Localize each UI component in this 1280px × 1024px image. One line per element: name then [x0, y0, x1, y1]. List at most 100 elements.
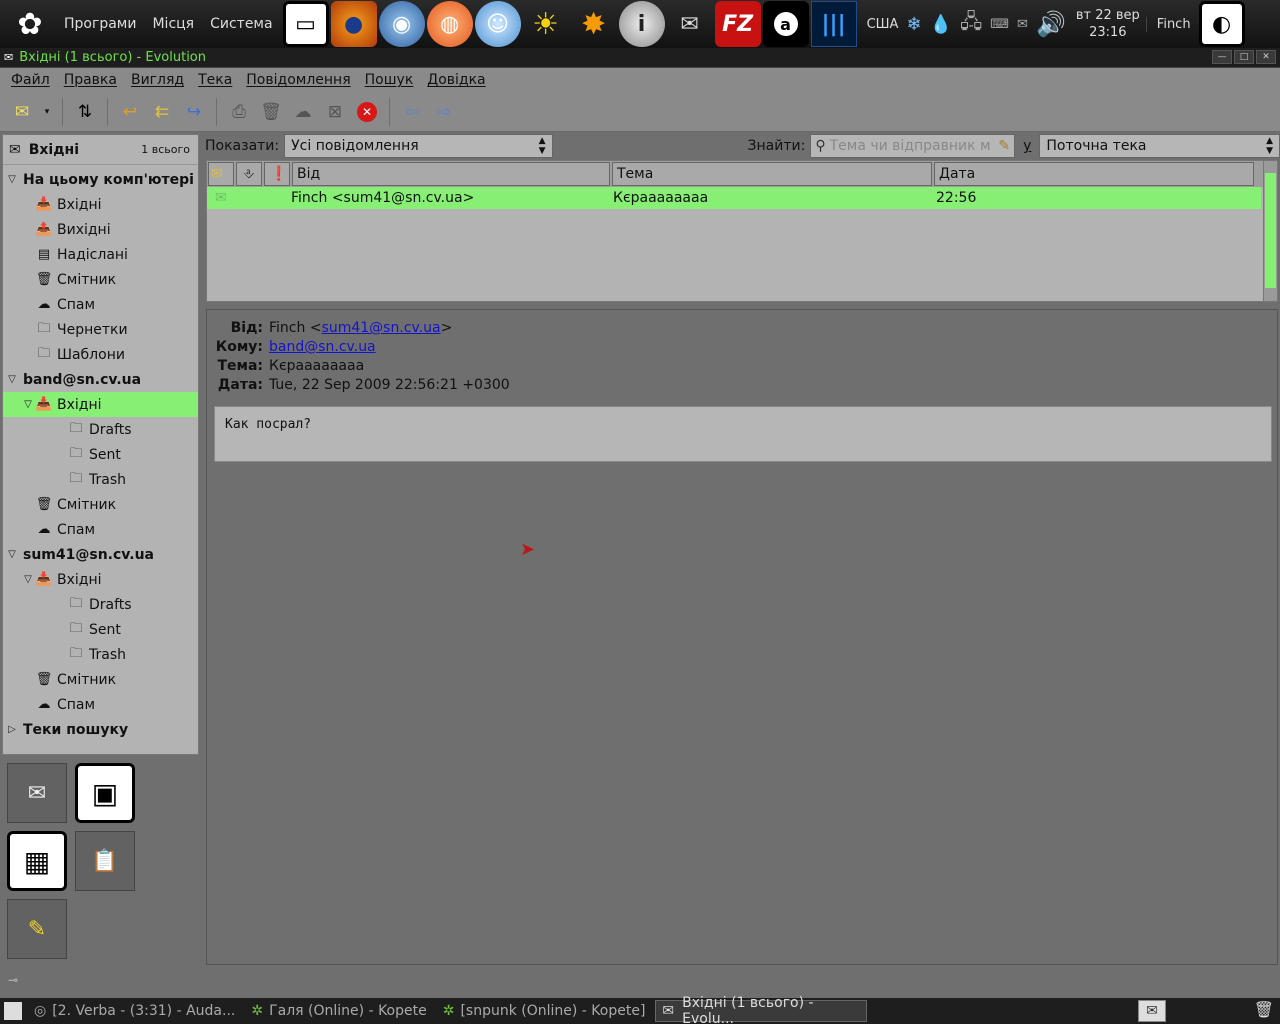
reply-icon[interactable]: ↩ — [116, 97, 144, 127]
keyboard-icon[interactable]: ⌨ — [986, 17, 1013, 32]
task-kopete-snpunk[interactable]: ✲ [snpunk (Online) - Kopete] — [437, 1000, 652, 1022]
user-name[interactable]: Finch — [1145, 16, 1195, 32]
clear-search-icon[interactable]: ✎ — [998, 138, 1010, 154]
folder-item[interactable]: 📤 Вихідні — [3, 217, 198, 242]
amarok-icon[interactable]: a — [762, 1, 809, 47]
folder-item[interactable]: ▽ На цьому комп'ютері — [3, 167, 198, 192]
keyboard-layout[interactable]: США — [863, 17, 903, 32]
close-button[interactable]: ✕ — [1256, 50, 1276, 64]
folder-item[interactable]: ▽ sum41@sn.cv.ua — [3, 542, 198, 567]
collapse-icon[interactable]: ▽ — [5, 174, 19, 185]
menu-help[interactable]: Довідка — [420, 72, 492, 88]
menu-file[interactable]: Файл — [4, 72, 57, 88]
weather-icon[interactable]: ❄ — [902, 14, 925, 35]
stop-icon[interactable]: ✕ — [353, 97, 381, 127]
folder-item[interactable]: 🗑 Смітник — [3, 267, 198, 292]
folder-item[interactable]: ☁ Спам — [3, 517, 198, 542]
news-globe-icon[interactable]: ✉ — [667, 1, 713, 47]
drop-icon[interactable]: 💧 — [926, 14, 956, 35]
menu-folder[interactable]: Тека — [191, 72, 239, 88]
delete-icon[interactable]: 🗑 — [257, 97, 285, 127]
tasks-switcher-button[interactable]: 📋 — [75, 831, 135, 891]
filezilla-icon[interactable]: FZ — [714, 1, 761, 47]
show-desktop-icon[interactable] — [4, 1002, 22, 1020]
weather-sun-icon[interactable]: ☀ — [523, 1, 569, 47]
folder-item[interactable]: ▷ Теки пошуку — [3, 717, 198, 742]
clock[interactable]: вт 22 вер 23:16 — [1070, 7, 1146, 41]
previous-icon[interactable]: ⇦ — [398, 97, 426, 127]
folder-item[interactable]: ☁ Спам — [3, 692, 198, 717]
maximize-button[interactable]: □ — [1234, 50, 1254, 64]
folder-item[interactable]: 🗀 Sent — [3, 617, 198, 642]
junk-icon[interactable]: ☁ — [289, 97, 317, 127]
column-from[interactable]: Від — [292, 162, 610, 186]
send-receive-icon[interactable]: ⇅ — [71, 97, 99, 127]
window-titlebar[interactable]: ✉ Вхідні (1 всього) - Evolution — □ ✕ — [0, 48, 1280, 68]
workspace-switcher-icon[interactable]: ✉ — [1138, 1000, 1166, 1022]
folder-item[interactable]: ▽ band@sn.cv.ua — [3, 367, 198, 392]
ubuntu-one-icon[interactable]: ◍ — [426, 1, 473, 47]
show-desktop-icon[interactable]: ▭ — [282, 1, 329, 47]
menu-edit[interactable]: Правка — [57, 72, 124, 88]
offline-toggle-icon[interactable]: ⊸ — [8, 973, 18, 987]
trash-applet-icon[interactable]: 🗑 — [1254, 1000, 1274, 1019]
not-junk-icon[interactable]: ⊠ — [321, 97, 349, 127]
calendar-switcher-button[interactable]: ▦ — [7, 831, 67, 891]
menu-places[interactable]: Місця — [144, 16, 202, 32]
folder-item[interactable]: ▽ 📥 Вхідні — [3, 567, 198, 592]
logout-icon[interactable]: ◐ — [1198, 1, 1245, 47]
equalizer-icon[interactable]: ||| — [810, 1, 857, 47]
next-icon[interactable]: ⇨ — [430, 97, 458, 127]
minimize-button[interactable]: — — [1212, 50, 1232, 64]
folder-item[interactable]: 🗀 Trash — [3, 642, 198, 667]
menu-message[interactable]: Повідомлення — [239, 72, 357, 88]
forward-icon[interactable]: ↪ — [180, 97, 208, 127]
menu-applications[interactable]: Програми — [56, 16, 144, 32]
folder-item[interactable]: 🗀 Чернетки — [3, 317, 198, 342]
pidgin-icon[interactable]: ☺ — [474, 1, 521, 47]
folder-item[interactable]: 📥 Вхідні — [3, 192, 198, 217]
search-scope-select[interactable]: Поточна тека ▲ ▼ — [1039, 134, 1280, 158]
info-icon[interactable]: i — [618, 1, 665, 47]
memos-switcher-button[interactable]: ✎ — [7, 899, 67, 959]
task-evolution[interactable]: ✉ Вхідні (1 всього) - Evolu... — [655, 995, 868, 1024]
folder-item[interactable]: 🗀 Drafts — [3, 417, 198, 442]
volume-icon[interactable]: 🔊 — [1032, 10, 1070, 38]
gnome-foot-icon[interactable]: ✿ — [4, 2, 56, 46]
new-dropdown-icon[interactable]: ▾ — [40, 97, 54, 127]
task-audacious[interactable]: ◎ [2. Verba - (3:31) - Auda... — [28, 1000, 241, 1022]
column-attachment-icon[interactable]: ⎀ — [236, 162, 262, 186]
collapse-icon[interactable]: ▽ — [5, 549, 19, 560]
mail-icon[interactable]: ✉ — [1013, 17, 1032, 32]
folder-item[interactable]: 🗀 Шаблони — [3, 342, 198, 367]
show-filter-select[interactable]: Усі повідомлення ▲ ▼ — [284, 134, 553, 158]
alert-burst-icon[interactable]: ✸ — [571, 1, 617, 47]
collapse-icon[interactable]: ▽ — [21, 574, 35, 585]
column-subject[interactable]: Тема — [612, 162, 932, 186]
folder-item[interactable]: 🗑 Смітник — [3, 492, 198, 517]
folder-item[interactable]: 🗀 Drafts — [3, 592, 198, 617]
folder-item[interactable]: ☁ Спам — [3, 292, 198, 317]
menu-view[interactable]: Вигляд — [124, 72, 191, 88]
folder-item[interactable]: 🗀 Trash — [3, 467, 198, 492]
folder-item[interactable]: 🗑 Смітник — [3, 667, 198, 692]
column-date[interactable]: Дата — [934, 162, 1254, 186]
folder-item[interactable]: 🗀 Sent — [3, 442, 198, 467]
scrollbar-thumb[interactable] — [1265, 173, 1276, 288]
expand-icon[interactable]: ▷ — [5, 724, 19, 735]
folder-item[interactable]: ▤ Надіслані — [3, 242, 198, 267]
search-options-icon[interactable]: ⚲ — [815, 138, 825, 154]
collapse-icon[interactable]: ▽ — [5, 374, 19, 385]
column-flag-icon[interactable]: ❗ — [264, 162, 290, 186]
message-list-scrollbar[interactable] — [1263, 161, 1277, 301]
reply-all-icon[interactable]: ⇇ — [148, 97, 176, 127]
menu-search[interactable]: Пошук — [358, 72, 421, 88]
task-kopete-galya[interactable]: ✲ Галя (Online) - Kopete — [245, 1000, 432, 1022]
contacts-switcher-button[interactable]: ▣ — [75, 763, 135, 823]
collapse-icon[interactable]: ▽ — [21, 399, 35, 410]
print-icon[interactable]: ⎙ — [225, 97, 253, 127]
new-message-icon[interactable]: ✉ — [8, 97, 36, 127]
search-input[interactable]: ⚲ Тема чи відправник м ✎ — [810, 134, 1016, 158]
mail-switcher-button[interactable]: ✉ — [7, 763, 67, 823]
menu-system[interactable]: Система — [202, 16, 280, 32]
